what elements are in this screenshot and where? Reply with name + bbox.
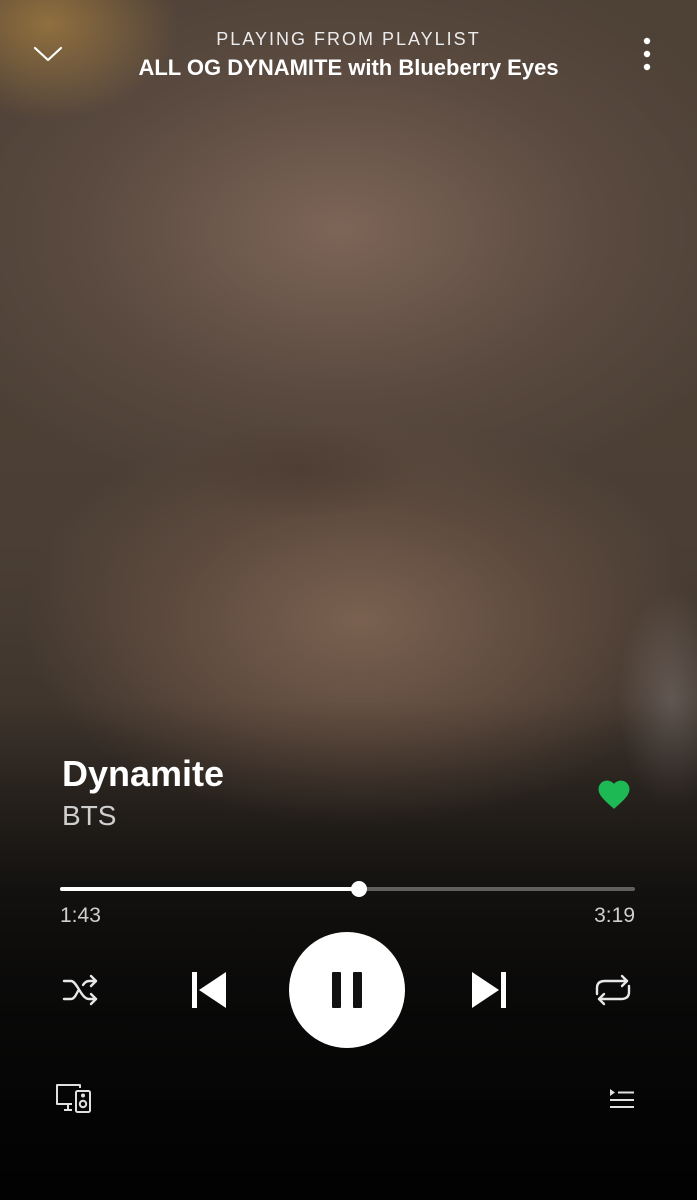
pause-icon [332,972,362,1008]
repeat-button[interactable] [588,968,638,1012]
total-duration: 3:19 [594,904,635,927]
now-playing-header: PLAYING FROM PLAYLIST ALL OG DYNAMITE wi… [0,0,697,110]
playlist-name[interactable]: ALL OG DYNAMITE with Blueberry Eyes [100,54,597,82]
track-artist[interactable]: BTS [62,799,577,833]
heart-filled-icon [598,780,630,809]
progress-thumb[interactable] [351,881,367,897]
repeat-icon [595,974,631,1006]
more-vertical-icon [643,37,651,71]
queue-button[interactable] [604,1080,640,1120]
playing-from-label: PLAYING FROM PLAYLIST [216,29,481,49]
progress-fill [60,887,359,891]
queue-icon [610,1089,634,1108]
track-title[interactable]: Dynamite [62,752,577,796]
shuffle-button[interactable] [58,968,104,1012]
elapsed-time: 1:43 [60,904,101,927]
track-info: Dynamite BTS [62,752,577,833]
like-button[interactable] [594,774,634,812]
devices-button[interactable] [52,1076,96,1120]
connect-devices-icon [56,1084,91,1113]
previous-button[interactable] [184,966,234,1014]
collapse-button[interactable] [22,30,74,78]
playlist-context: PLAYING FROM PLAYLIST ALL OG DYNAMITE wi… [100,28,597,82]
progress-slider[interactable] [60,880,635,898]
chevron-down-icon [33,46,63,62]
pause-button[interactable] [289,932,405,1048]
playback-controls [0,930,697,1050]
skip-next-icon [472,972,506,1008]
more-options-button[interactable] [627,30,667,78]
shuffle-icon [62,974,98,1006]
next-button[interactable] [464,966,514,1014]
skip-previous-icon [192,972,226,1008]
